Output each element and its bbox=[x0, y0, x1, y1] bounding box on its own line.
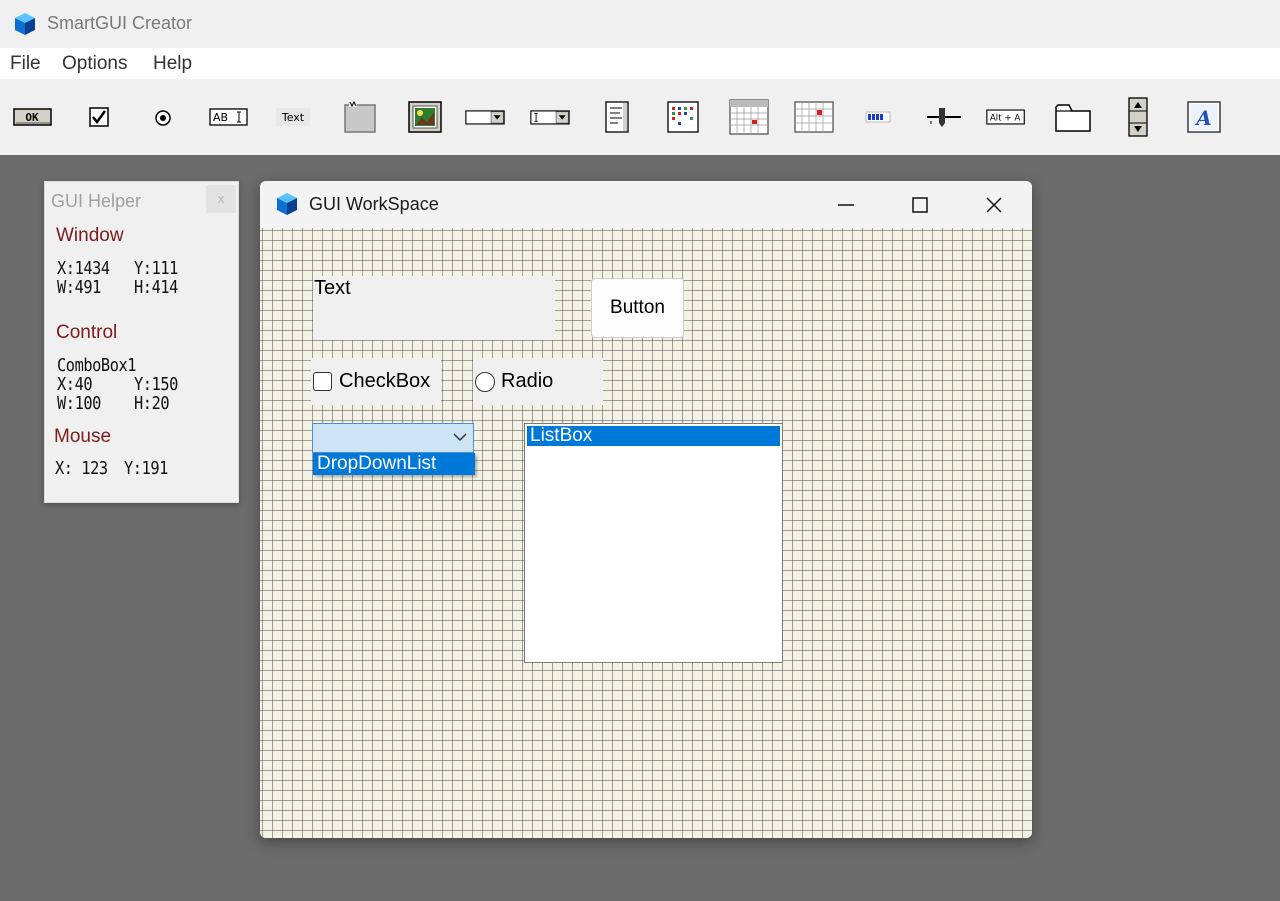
button-control[interactable]: Button bbox=[591, 278, 684, 338]
monthcal-tool-icon[interactable] bbox=[794, 97, 834, 137]
checkbox-label: CheckBox bbox=[339, 370, 431, 392]
datetime-tool-icon[interactable] bbox=[729, 97, 769, 137]
text-control[interactable]: Text bbox=[313, 276, 555, 340]
close-icon bbox=[986, 197, 1002, 213]
helper-window-w: W:491 bbox=[57, 277, 101, 298]
gui-workspace-window: GUI WorkSpace Text Button CheckBox Radio… bbox=[260, 181, 1032, 838]
checkbox-box-icon[interactable] bbox=[313, 372, 332, 391]
hotkey-tool-icon[interactable]: Alt + A bbox=[986, 97, 1026, 137]
toolbar: OK AB Text Alt + A A bbox=[0, 79, 1280, 155]
radio-control[interactable]: Radio bbox=[473, 358, 603, 405]
gui-helper-panel: GUI Helper x Window X:1434 Y:111 W:491 H… bbox=[44, 181, 239, 503]
menu-help[interactable]: Help bbox=[153, 53, 192, 75]
helper-control-label: Control bbox=[56, 322, 118, 343]
helper-window-label: Window bbox=[56, 225, 124, 246]
font-tool-icon[interactable]: A bbox=[1184, 97, 1224, 137]
slider-tool-icon[interactable] bbox=[923, 97, 963, 137]
radio-tool-icon[interactable] bbox=[143, 97, 183, 137]
helper-title: GUI Helper bbox=[51, 191, 142, 211]
text-tool-icon[interactable]: Text bbox=[274, 97, 314, 137]
helper-control-w: W:100 bbox=[57, 393, 101, 414]
listview-tool-icon[interactable] bbox=[663, 97, 703, 137]
radio-circle-icon[interactable] bbox=[475, 371, 495, 392]
cube-icon bbox=[15, 13, 35, 35]
helper-window-y: Y:111 bbox=[134, 258, 178, 279]
dropdownlist-tool-icon[interactable] bbox=[465, 97, 505, 137]
updown-tool-icon[interactable] bbox=[1118, 97, 1158, 137]
workspace-titlebar: GUI WorkSpace bbox=[260, 181, 1032, 228]
workspace-title: GUI WorkSpace bbox=[309, 194, 439, 214]
radio-label: Radio bbox=[501, 370, 554, 392]
app-title: SmartGUI Creator bbox=[47, 13, 193, 33]
minimize-button[interactable] bbox=[826, 191, 866, 219]
helper-mouse-label: Mouse bbox=[54, 426, 112, 447]
chevron-down-icon bbox=[453, 433, 467, 442]
cube-icon bbox=[277, 193, 297, 215]
maximize-button[interactable] bbox=[900, 191, 940, 219]
menu-options[interactable]: Options bbox=[62, 53, 127, 75]
text-tool-label: Text bbox=[281, 111, 305, 124]
checkbox-control[interactable]: CheckBox bbox=[311, 358, 441, 405]
button-tool-icon[interactable]: OK bbox=[13, 97, 53, 137]
helper-window-h: H:414 bbox=[134, 277, 178, 298]
progress-tool-icon[interactable] bbox=[858, 97, 898, 137]
design-canvas[interactable]: Text Button CheckBox Radio DropDownList … bbox=[260, 228, 1032, 838]
menu-file[interactable]: File bbox=[10, 53, 41, 75]
helper-control-name: ComboBox1 bbox=[57, 355, 137, 376]
dropdown-list-item[interactable]: DropDownList bbox=[313, 453, 475, 475]
menubar: File Options Help bbox=[0, 48, 1280, 79]
app-titlebar: SmartGUI Creator bbox=[0, 0, 1280, 48]
helper-control-x: X:40 bbox=[57, 374, 93, 395]
helper-close-button[interactable]: x bbox=[206, 185, 236, 213]
helper-mouse-x: X: 123 bbox=[55, 458, 108, 479]
hotkey-label: Alt + A bbox=[990, 113, 1021, 123]
listbox-control[interactable]: ListBox bbox=[524, 423, 783, 663]
combobox-control[interactable] bbox=[312, 423, 474, 453]
maximize-icon bbox=[912, 197, 928, 213]
helper-window-x: X:1434 bbox=[57, 258, 110, 279]
listbox-item[interactable]: ListBox bbox=[527, 426, 780, 446]
font-label: A bbox=[1194, 106, 1212, 130]
helper-mouse-y: Y:191 bbox=[124, 458, 168, 479]
edit-label: AB bbox=[213, 111, 228, 124]
close-button[interactable] bbox=[974, 191, 1014, 219]
minimize-icon bbox=[838, 204, 854, 206]
ok-label: OK bbox=[25, 111, 39, 124]
edit-tool-icon[interactable]: AB bbox=[209, 97, 249, 137]
helper-control-y: Y:150 bbox=[134, 374, 178, 395]
groupbox-tool-icon[interactable] bbox=[339, 97, 379, 137]
listbox-tool-icon[interactable] bbox=[597, 97, 637, 137]
helper-control-h: H:20 bbox=[134, 393, 170, 414]
tab-tool-icon[interactable] bbox=[1053, 97, 1093, 137]
combobox-tool-icon[interactable] bbox=[530, 97, 570, 137]
checkbox-tool-icon[interactable] bbox=[79, 97, 119, 137]
picture-tool-icon[interactable] bbox=[405, 97, 445, 137]
